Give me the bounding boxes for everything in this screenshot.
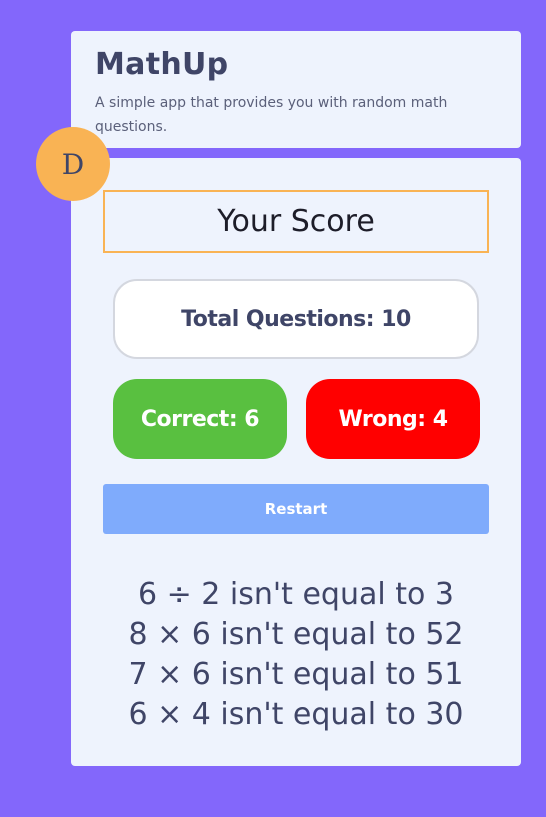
wrong-count-badge: Wrong: 4 xyxy=(306,379,480,459)
mistake-item: 6 ÷ 2 isn't equal to 3 xyxy=(138,577,454,612)
avatar-initial: D xyxy=(61,147,85,181)
score-card: Your Score Total Questions: 10 Correct: … xyxy=(71,158,521,766)
mistake-item: 6 × 4 isn't equal to 30 xyxy=(128,697,464,732)
restart-button[interactable]: Restart xyxy=(103,484,489,534)
app-header: MathUp A simple app that provides you wi… xyxy=(71,31,521,148)
mistake-item: 8 × 6 isn't equal to 52 xyxy=(128,617,464,652)
app-subtitle: A simple app that provides you with rand… xyxy=(95,95,448,135)
app-title: MathUp xyxy=(95,47,229,82)
total-questions-badge: Total Questions: 10 xyxy=(113,279,479,359)
mistakes-list: 6 ÷ 2 isn't equal to 3 8 × 6 isn't equal… xyxy=(71,575,521,735)
avatar[interactable]: D xyxy=(36,127,110,201)
correct-count-badge: Correct: 6 xyxy=(113,379,287,459)
score-heading: Your Score xyxy=(103,190,489,253)
mistake-item: 7 × 6 isn't equal to 51 xyxy=(128,657,464,692)
